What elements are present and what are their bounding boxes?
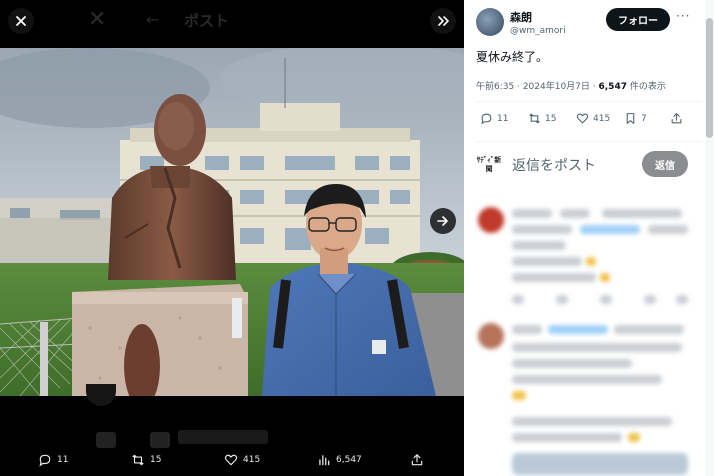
- like-icon: [576, 113, 589, 124]
- reply-line: [512, 343, 682, 352]
- share-button[interactable]: [670, 112, 683, 125]
- user-avatar-logo: ｻﾃﾞｨﾞ新聞: [476, 156, 502, 173]
- reply-line: [600, 295, 612, 304]
- underlay-header: ✕ ← ポスト: [0, 0, 464, 48]
- retweet-count: 15: [545, 113, 557, 124]
- reply-line: [512, 241, 566, 250]
- tweet-date[interactable]: 2024年10月7日: [523, 82, 590, 92]
- underlay-title: ポスト: [184, 12, 230, 30]
- reply-avatar: [478, 207, 504, 233]
- back-arrow-icon: ←: [146, 10, 160, 29]
- reply-line: [580, 225, 640, 234]
- like-count: 415: [243, 455, 261, 465]
- more-icon[interactable]: ···: [676, 9, 690, 23]
- underlay-text: [178, 430, 268, 444]
- reply-line: [512, 433, 622, 442]
- scroll-thumb[interactable]: [706, 18, 713, 138]
- next-arrow-icon: [437, 216, 448, 226]
- reply-line: [512, 295, 524, 304]
- reply-line: [628, 433, 640, 442]
- close-button[interactable]: [8, 8, 34, 34]
- reply-line: [556, 295, 568, 304]
- tweet-time[interactable]: 午前6:35: [476, 82, 514, 92]
- retweet-stat[interactable]: 15: [131, 453, 161, 467]
- like-icon: [224, 454, 238, 466]
- reply-line: [512, 257, 582, 266]
- reply-input[interactable]: 返信をポスト: [512, 155, 596, 175]
- photo-image: [0, 48, 464, 396]
- views-count: 6,547: [336, 455, 362, 465]
- reply-avatar: [478, 323, 504, 349]
- reply-line: [600, 273, 610, 282]
- scrollbar[interactable]: [705, 0, 714, 476]
- expand-button[interactable]: [430, 8, 456, 34]
- meta-separator: ·: [589, 82, 599, 92]
- reply-line: [512, 225, 572, 234]
- bookmark-count: 7: [641, 113, 647, 124]
- close-icon: [16, 16, 26, 26]
- like-count: 415: [593, 113, 611, 124]
- reply-line: [512, 375, 662, 384]
- retweet-icon: [529, 113, 540, 124]
- reply-line: [512, 273, 596, 282]
- tweet-actions: 11 15 415 7: [464, 112, 714, 132]
- reply-icon: [481, 113, 492, 125]
- post-photo[interactable]: [0, 48, 464, 396]
- author-handle[interactable]: @wm_amori: [510, 26, 566, 36]
- reply-icon: [39, 454, 51, 467]
- reply-line: [676, 295, 688, 304]
- retweet-count: 15: [150, 455, 162, 465]
- media-viewer: ✕ ← ポスト 11 15 415 6,547: [0, 0, 464, 476]
- expand-icon: [437, 16, 449, 26]
- retweet-icon: [132, 454, 144, 466]
- reply-media: [512, 453, 688, 475]
- like-button[interactable]: 415: [576, 112, 610, 125]
- views-stat[interactable]: 6,547: [317, 453, 362, 467]
- reply-count: 11: [57, 455, 69, 465]
- reply-button[interactable]: 11: [480, 112, 508, 125]
- reply-line: [548, 325, 608, 334]
- views-number: 6,547: [598, 82, 627, 92]
- divider: [476, 101, 702, 102]
- like-stat[interactable]: 415: [224, 453, 260, 467]
- reply-line: [512, 325, 542, 334]
- share-icon: [671, 113, 682, 124]
- reply-line: [512, 209, 552, 218]
- tweet-text: 夏休み終了。: [476, 50, 549, 64]
- bookmark-button[interactable]: 7: [624, 112, 647, 125]
- x-logo-icon: ✕: [88, 7, 107, 32]
- reply-line: [614, 325, 684, 334]
- replies-list-blurred: [464, 195, 714, 476]
- avatar[interactable]: [476, 8, 504, 36]
- reply-line: [512, 417, 672, 426]
- retweet-button[interactable]: 15: [528, 112, 556, 125]
- share-stat[interactable]: [410, 453, 424, 467]
- reply-line: [602, 209, 682, 218]
- views-icon: [319, 455, 330, 466]
- meta-separator: ·: [514, 82, 523, 92]
- reply-count: 11: [497, 113, 509, 124]
- reply-line: [512, 391, 526, 400]
- views-suffix: 件の表示: [626, 82, 666, 92]
- reply-submit-button[interactable]: 返信: [642, 151, 688, 177]
- follow-button[interactable]: フォロー: [606, 8, 670, 31]
- post-sidebar: 森朗 @wm_amori フォロー ··· 夏休み終了。 午前6:35 · 20…: [464, 0, 714, 476]
- reply-line: [644, 295, 656, 304]
- tweet-meta: 午前6:35 · 2024年10月7日 · 6,547 件の表示: [476, 79, 666, 92]
- reply-line: [648, 225, 688, 234]
- divider: [476, 141, 702, 142]
- bookmark-icon: [626, 113, 635, 124]
- reply-line: [560, 209, 590, 218]
- underlay-avatar: [86, 384, 116, 406]
- media-stats-bar: 11 15 415 6,547: [0, 446, 464, 474]
- author-name[interactable]: 森朗: [510, 9, 566, 25]
- share-icon: [411, 454, 423, 466]
- reply-line: [512, 359, 632, 368]
- reply-line: [586, 257, 596, 266]
- reply-stat[interactable]: 11: [38, 453, 68, 467]
- next-image-button[interactable]: [430, 208, 456, 234]
- author-block[interactable]: 森朗 @wm_amori: [476, 8, 566, 36]
